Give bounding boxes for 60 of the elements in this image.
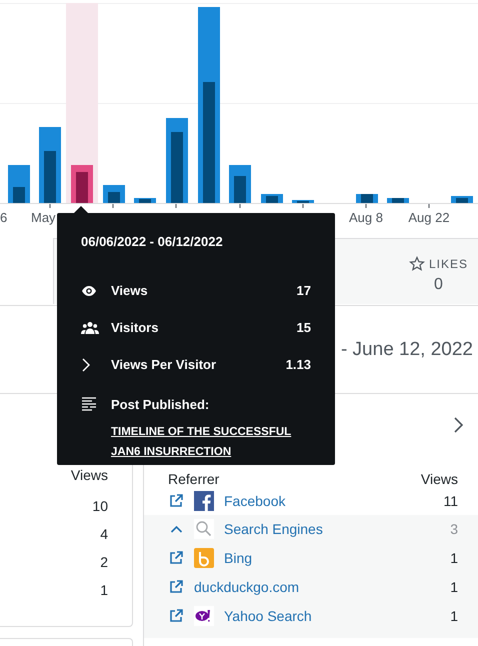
chart-bar[interactable] [166,118,188,203]
search-icon [194,519,214,539]
text-lines-icon [81,396,97,412]
axis-label: Aug 22 [408,210,450,225]
column-header: Referrer [168,471,220,487]
facebook-logo-icon [194,491,214,511]
views-count: 1 [450,608,458,624]
column-header: Views [70,467,108,485]
chart-bar[interactable] [451,196,473,203]
external-link-icon [168,578,184,594]
chart-bar[interactable] [198,7,220,203]
post-heading: Post Published: [111,396,210,412]
external-link-icon [168,608,184,624]
views-count: 3 [450,521,458,537]
chevron-right-icon [81,356,91,372]
views-count: 11 [443,493,458,509]
stat-value: 15 [296,320,311,335]
stat-label: Visitors [111,320,160,335]
chart-bar[interactable] [8,165,30,203]
chart-bar[interactable] [71,165,93,203]
chart-bar[interactable] [356,194,378,203]
tooltip-date: 06/06/2022 - 06/12/2022 [81,234,224,251]
chevron-right-icon [453,416,464,434]
views-count: 2 [99,553,108,572]
views-count: 1 [450,550,458,566]
stat-value: 1.13 [286,357,311,372]
chart-bar[interactable] [103,185,125,203]
axis-label: May [31,210,56,225]
stat-value: 17 [296,283,311,298]
axis-label: Aug 8 [349,210,383,225]
chart-bar[interactable] [229,165,251,203]
chart-bar[interactable] [134,198,156,203]
axis-label: 6 [0,210,8,225]
referrer-link[interactable]: duckduckgo.com [194,578,440,594]
people-icon [81,320,99,336]
views-count: 1 [450,578,458,594]
chart-bar[interactable] [261,194,283,203]
column-header: Views [420,471,458,487]
chart-bar[interactable] [387,198,409,203]
stat-label: Views [111,283,149,298]
star-icon [408,256,425,272]
post-link[interactable]: TIMELINE OF THE SUCCESSFUL JAN6 INSURRECTION [111,422,311,462]
external-link-icon [168,550,184,566]
referrer-link[interactable]: Search Engines [224,521,440,537]
letter-b-logo-icon [194,548,214,568]
external-link-icon [168,493,184,509]
stat-label: Views Per Visitor [111,357,218,372]
views-count: 10 [91,497,108,516]
views-count: 1 [99,581,108,600]
chart-bar[interactable] [292,200,314,203]
likes-label: LIKES [428,257,468,271]
referrer-link[interactable]: Facebook [224,493,434,509]
chart-bar[interactable] [39,127,61,203]
referrer-link[interactable]: Bing [224,550,440,566]
chevron-up-icon[interactable] [170,524,183,534]
period-title: - June 12, 2022 [340,338,473,360]
likes-count: 0 [434,276,443,294]
referrer-link[interactable]: Yahoo Search [224,608,440,624]
views-count: 4 [99,525,108,544]
exclamation-logo-icon [194,606,214,626]
